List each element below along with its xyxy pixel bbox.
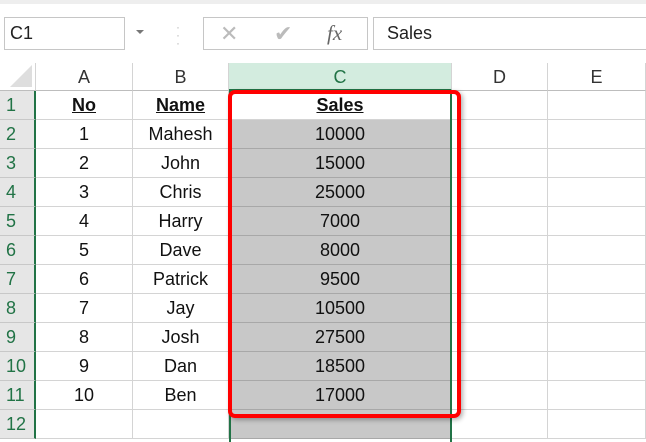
row-header[interactable]: 1 [0,91,36,120]
cell-e4[interactable] [548,178,646,207]
cell-a8[interactable]: 7 [36,294,133,323]
cell-d3[interactable] [452,149,548,178]
cell-a2[interactable]: 1 [36,120,133,149]
cell-b4[interactable]: Chris [133,178,229,207]
cell-b2[interactable]: Mahesh [133,120,229,149]
cell-e10[interactable] [548,352,646,381]
column-header-e[interactable]: E [548,63,646,91]
cell-b6[interactable]: Dave [133,236,229,265]
cell-e2[interactable] [548,120,646,149]
drag-handle-icon[interactable]: ··· [176,23,179,47]
cell-a7[interactable]: 6 [36,265,133,294]
select-all-button[interactable] [0,63,36,91]
cell-a3[interactable]: 2 [36,149,133,178]
cell-d2[interactable] [452,120,548,149]
cell-a5[interactable]: 4 [36,207,133,236]
cell-b8[interactable]: Jay [133,294,229,323]
cell-a4[interactable]: 3 [36,178,133,207]
cell-e9[interactable] [548,323,646,352]
cell-b12[interactable] [133,410,229,439]
cell-a6[interactable]: 5 [36,236,133,265]
enter-icon[interactable]: ✔ [274,21,292,47]
cell-e8[interactable] [548,294,646,323]
cell-d9[interactable] [452,323,548,352]
cell-b10[interactable]: Dan [133,352,229,381]
cancel-icon[interactable]: ✕ [220,21,238,47]
cell-d6[interactable] [452,236,548,265]
cell-b7[interactable]: Patrick [133,265,229,294]
cell-d7[interactable] [452,265,548,294]
row-header[interactable]: 6 [0,236,36,265]
formula-input[interactable]: Sales [373,17,646,50]
column-header-b[interactable]: B [133,63,229,91]
row-header[interactable]: 2 [0,120,36,149]
row-header[interactable]: 8 [0,294,36,323]
cell-e5[interactable] [548,207,646,236]
cell-d5[interactable] [452,207,548,236]
name-box-dropdown-icon[interactable] [136,30,144,34]
row-header[interactable]: 3 [0,149,36,178]
cell-d10[interactable] [452,352,548,381]
row-header[interactable]: 10 [0,352,36,381]
cell-e12[interactable] [548,410,646,439]
cell-e7[interactable] [548,265,646,294]
cell-b3[interactable]: John [133,149,229,178]
formula-bar-area: C1 ··· ✕ ✔ fx Sales [0,0,646,62]
cell-a9[interactable]: 8 [36,323,133,352]
cell-d8[interactable] [452,294,548,323]
cell-e11[interactable] [548,381,646,410]
insert-function-icon[interactable]: fx [327,21,342,46]
name-box[interactable]: C1 [4,17,125,50]
cell-d4[interactable] [452,178,548,207]
cell-e6[interactable] [548,236,646,265]
cell-d1[interactable] [452,91,548,120]
cell-b5[interactable]: Harry [133,207,229,236]
cell-a11[interactable]: 10 [36,381,133,410]
row-header[interactable]: 11 [0,381,36,410]
cell-d11[interactable] [452,381,548,410]
cell-a12[interactable] [36,410,133,439]
row-header[interactable]: 7 [0,265,36,294]
cell-a1[interactable]: No [36,91,133,120]
cell-a10[interactable]: 9 [36,352,133,381]
cell-b11[interactable]: Ben [133,381,229,410]
row-header[interactable]: 5 [0,207,36,236]
cell-b1[interactable]: Name [133,91,229,120]
cell-b9[interactable]: Josh [133,323,229,352]
highlight-box [228,90,461,418]
cell-e1[interactable] [548,91,646,120]
row-header[interactable]: 4 [0,178,36,207]
row-header[interactable]: 9 [0,323,36,352]
row-header[interactable]: 12 [0,410,36,439]
column-header-c[interactable]: C [229,63,452,91]
cell-d12[interactable] [452,410,548,439]
column-header-d[interactable]: D [452,63,548,91]
column-header-a[interactable]: A [36,63,133,91]
cell-e3[interactable] [548,149,646,178]
formula-buttons: ✕ ✔ fx [203,17,368,50]
